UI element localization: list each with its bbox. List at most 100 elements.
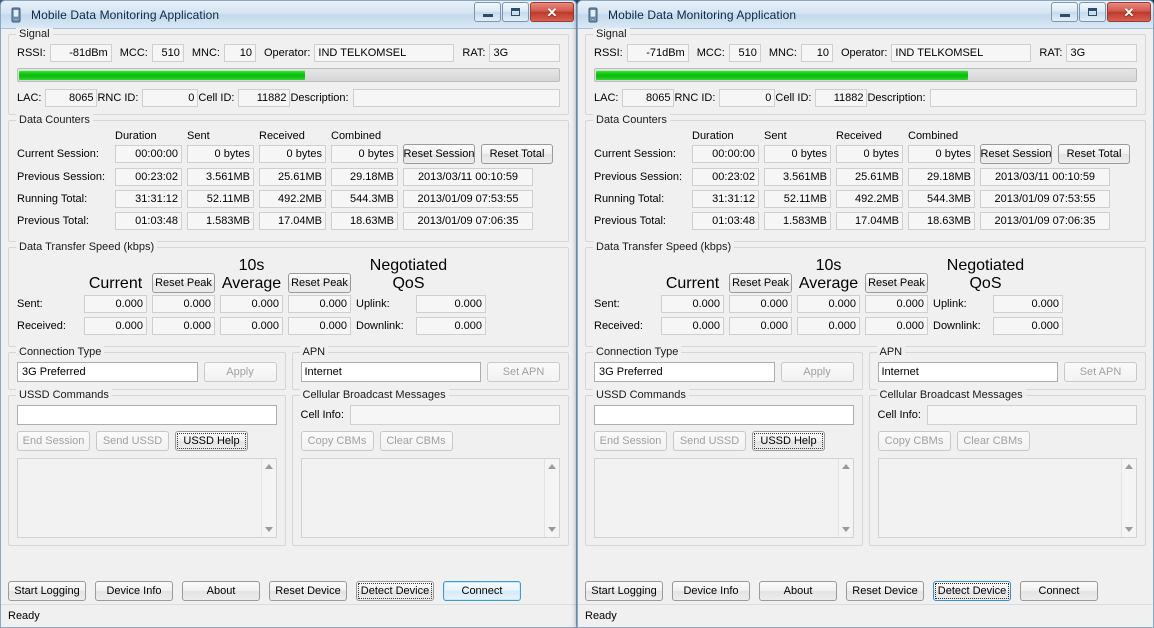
signal-strength-bar [594,68,1137,82]
app-window-left[interactable]: Mobile Data Monitoring Application ✕ Sig… [0,0,577,628]
scroll-down-icon[interactable] [839,522,853,537]
cbm-legend: Cellular Broadcast Messages [876,389,1026,401]
ussd-help-button[interactable]: USSD Help [752,431,825,451]
scroll-up-icon[interactable] [839,459,853,474]
connection-type-select[interactable]: 3G Preferred [594,362,775,382]
copy-cbms-button[interactable]: Copy CBMs [300,431,374,451]
ussd-help-button[interactable]: USSD Help [175,431,248,451]
counter-combined: 29.18MB [908,168,975,186]
ussd-list-scrollbar[interactable] [837,459,853,537]
about-button[interactable]: About [182,581,260,601]
start-logging-button[interactable]: Start Logging [8,581,86,601]
mnc-value: 10 [800,44,833,62]
apn-group: APN Internet Set APN [291,346,569,390]
end-session-button[interactable]: End Session [17,431,90,451]
clear-cbms-button[interactable]: Clear CBMs [379,431,453,451]
speed-rows: Sent: 0.000 0.000 0.000 0.000 Uplink: 0.000 Rec… [17,295,560,335]
scroll-down-icon[interactable] [545,522,559,537]
speed-average-peak: 0.000 [865,295,928,313]
apn-input[interactable]: Internet [300,362,481,382]
connection-type-group: Connection Type 3G Preferred Apply [8,346,286,390]
cbm-list-scrollbar[interactable] [1121,459,1136,537]
reset-peak-current-button[interactable]: Reset Peak [729,273,792,293]
close-button[interactable]: ✕ [530,2,574,22]
qos-direction-label: Downlink: [356,320,404,332]
reset-session-button[interactable]: Reset Session [980,144,1052,164]
end-session-button[interactable]: End Session [594,431,667,451]
title-bar[interactable]: Mobile Data Monitoring Application ✕ [1,1,576,29]
send-ussd-button[interactable]: Send USSD [673,431,746,451]
reset-session-button[interactable]: Reset Session [403,144,475,164]
close-button[interactable]: ✕ [1107,2,1151,22]
reset-device-button[interactable]: Reset Device [846,581,924,601]
counter-duration: 00:00:00 [115,145,182,163]
speed-rows: Sent: 0.000 0.000 0.000 0.000 Uplink: 0.000 Rec… [594,295,1137,335]
scroll-up-icon[interactable] [545,459,559,474]
set-apn-button[interactable]: Set APN [1064,362,1137,382]
connect-button[interactable]: Connect [1020,581,1098,601]
detect-device-button[interactable]: Detect Device [356,581,434,601]
maximize-icon [511,8,520,16]
cell-id-label: Cell ID: [198,92,235,104]
counter-row-label: Running Total: [594,193,665,205]
reset-peak-current-button[interactable]: Reset Peak [152,273,215,293]
speed-current: 0.000 [84,317,147,335]
scroll-down-icon[interactable] [1122,522,1136,537]
data-counters-header: Duration Sent Received Combined [594,130,1137,142]
scroll-up-icon[interactable] [1122,459,1136,474]
device-info-button[interactable]: Device Info [672,581,750,601]
col-negotiated-qos: Negotiated QoS [946,257,1025,292]
ussd-input[interactable] [17,405,277,425]
start-logging-button[interactable]: Start Logging [585,581,663,601]
counter-received: 492.2MB [836,190,903,208]
device-info-button[interactable]: Device Info [95,581,173,601]
about-button[interactable]: About [759,581,837,601]
cell-info-value [349,405,560,425]
connection-type-select[interactable]: 3G Preferred [17,362,198,382]
copy-cbms-button[interactable]: Copy CBMs [877,431,951,451]
apn-input[interactable]: Internet [877,362,1058,382]
set-apn-button[interactable]: Set APN [487,362,560,382]
lac-value: 8065 [622,89,675,107]
reset-total-button[interactable]: Reset Total [1058,144,1130,164]
counter-row-label: Previous Session: [594,171,683,183]
minimize-icon [482,13,493,17]
clear-cbms-button[interactable]: Clear CBMs [956,431,1030,451]
speed-row-label: Received: [17,320,66,332]
cbm-list-scrollbar[interactable] [544,459,559,537]
rat-value: 3G [489,44,560,62]
ussd-list-scrollbar[interactable] [260,459,276,537]
app-window-right[interactable]: Mobile Data Monitoring Application ✕ Sig… [577,0,1154,628]
counter-row: Previous Session: 00:23:02 3.561MB 25.61MB 2… [594,168,1137,186]
counter-timestamp: 2013/01/09 07:06:35 [980,212,1110,230]
ussd-output-list[interactable] [17,458,277,538]
cell-id-value: 11882 [815,89,868,107]
counter-duration: 00:23:02 [115,168,182,186]
send-ussd-button[interactable]: Send USSD [96,431,169,451]
reset-total-button[interactable]: Reset Total [481,144,553,164]
cbm-legend: Cellular Broadcast Messages [299,389,449,401]
ussd-output-list[interactable] [594,458,854,538]
rssi-label: RSSI: [594,47,623,59]
description-value [929,89,1137,107]
ussd-input[interactable] [594,405,854,425]
cbm-output-list[interactable] [300,458,560,538]
connect-button[interactable]: Connect [443,581,521,601]
rssi-value: -71dBm [626,44,689,62]
reset-peak-average-button[interactable]: Reset Peak [288,273,351,293]
maximize-button[interactable] [1079,2,1106,22]
title-bar[interactable]: Mobile Data Monitoring Application ✕ [578,1,1153,29]
lac-label: LAC: [594,92,619,104]
rssi-label: RSSI: [17,47,46,59]
reset-peak-average-button[interactable]: Reset Peak [865,273,928,293]
detect-device-button[interactable]: Detect Device [933,581,1011,601]
scroll-up-icon[interactable] [262,459,276,474]
minimize-button[interactable] [474,2,501,22]
cbm-output-list[interactable] [877,458,1137,538]
minimize-button[interactable] [1051,2,1078,22]
maximize-button[interactable] [502,2,529,22]
scroll-down-icon[interactable] [262,522,276,537]
apply-button[interactable]: Apply [203,362,277,382]
apply-button[interactable]: Apply [780,362,854,382]
reset-device-button[interactable]: Reset Device [269,581,347,601]
